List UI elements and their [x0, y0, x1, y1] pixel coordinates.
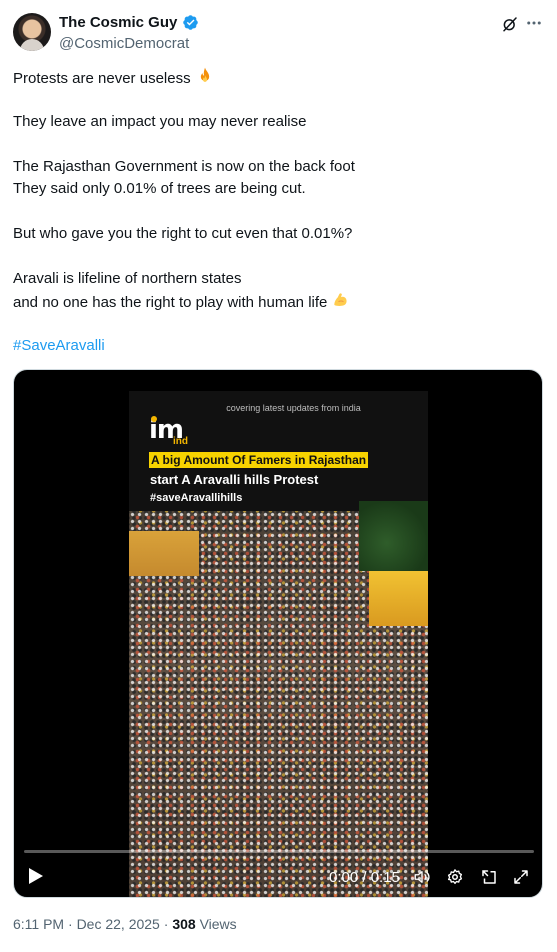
tweet-date[interactable]: Dec 22, 2025 [77, 916, 160, 932]
picture-in-picture-icon[interactable] [480, 868, 498, 886]
tweet-line: Protests are never useless [13, 66, 543, 88]
author-handle[interactable]: @CosmicDemocrat [59, 35, 189, 52]
more-icon[interactable] [525, 14, 543, 32]
tweet-time[interactable]: 6:11 PM [13, 916, 64, 932]
tweet: The Cosmic Guy @CosmicDemocrat Protests … [0, 0, 557, 952]
video-overlay-caption: covering latest updates from india [226, 403, 361, 413]
tweet-line: Aravali is lifeline of northern states [13, 270, 242, 287]
play-icon[interactable] [28, 867, 44, 885]
video-time: 0:00 / 0:15 [329, 869, 400, 886]
tweet-line: They said only 0.01% of trees are being … [13, 180, 306, 197]
tweet-line: They leave an impact you may never reali… [13, 113, 307, 130]
tweet-line: and no one has the right to play with hu… [13, 290, 543, 312]
settings-gear-icon[interactable] [446, 868, 464, 886]
author-name[interactable]: The Cosmic Guy [59, 14, 177, 31]
tweet-text: Protests are never useless They leave an… [13, 66, 543, 357]
views-label: Views [199, 916, 237, 932]
verified-badge-icon [183, 15, 199, 30]
video-progress-bar[interactable] [24, 850, 534, 853]
tweet-line: The Rajasthan Government is now on the b… [13, 158, 355, 175]
video-hashtag: #saveAravallihills [150, 492, 243, 504]
author-name-row[interactable]: The Cosmic Guy [59, 14, 199, 31]
avatar[interactable] [13, 13, 51, 51]
video-player[interactable]: covering latest updates from india im in… [13, 369, 543, 898]
views-count: 308 [172, 916, 196, 932]
fire-emoji-icon [200, 67, 209, 82]
video-frame[interactable]: covering latest updates from india im in… [129, 391, 428, 897]
video-headline-highlight: A big Amount Of Famers in Rajasthan [149, 452, 369, 468]
mind-logo: im ind [149, 415, 188, 447]
fullscreen-icon[interactable] [512, 868, 530, 886]
tweet-line: But who gave you the right to cut even t… [13, 225, 353, 242]
hashtag-link[interactable]: #SaveAravalli [13, 335, 543, 357]
flexed-biceps-emoji-icon [334, 293, 347, 306]
tweet-meta: 6:11 PM · Dec 22, 2025 · 308 Views [13, 916, 237, 932]
grok-icon[interactable] [501, 15, 519, 33]
volume-icon[interactable] [413, 868, 431, 886]
video-headline: start A Aravalli hills Protest [150, 472, 319, 487]
